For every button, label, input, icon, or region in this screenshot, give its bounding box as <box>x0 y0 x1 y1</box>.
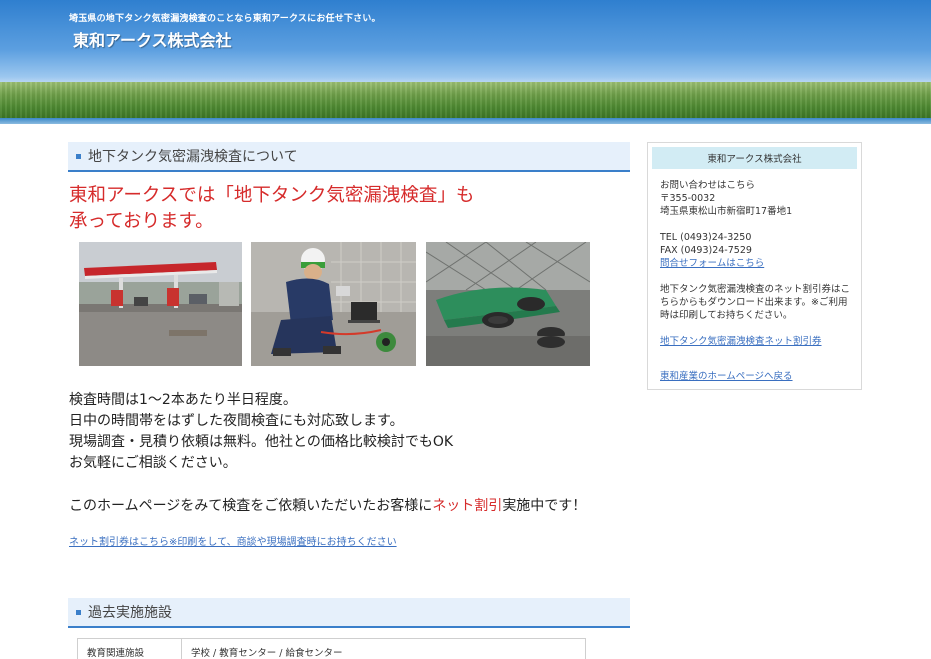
facility-table: 教育関連施設 学校 / 教育センター / 給食センター <box>77 638 586 659</box>
coupon-note: ちらからもダウンロード出来ます。※ご利用 <box>660 297 848 308</box>
section-heading-text: 過去実施施設 <box>88 605 172 621</box>
inspection-worker-photo <box>251 242 416 366</box>
headline: 東和アークスでは「地下タンク気密漏洩検査」も 承っております。 <box>68 183 630 235</box>
promo-text-after: 実施中です！ <box>502 498 587 514</box>
contact-form-link[interactable]: 問合せフォームはこちら <box>660 258 764 269</box>
section-heading-text: 地下タンク気密漏洩検査について <box>88 149 298 165</box>
section-heading-past-facilities: 過去実施施設 <box>68 598 630 628</box>
headline-line-2: 承っております。 <box>69 211 214 232</box>
home-link[interactable]: 東和産業のホームページへ戻る <box>660 371 793 382</box>
tank-covers-photo <box>426 242 590 366</box>
description-line: 日中の時間帯をはずした夜間検査にも対応致します。 <box>69 413 404 429</box>
fax-number: FAX (0493)24-7529 <box>660 245 752 256</box>
header-divider <box>0 118 931 124</box>
coupon-note: 時は印刷してお持ちください。 <box>660 310 793 321</box>
gas-station-photo <box>79 242 242 366</box>
header-grass-banner <box>0 82 931 118</box>
header-tagline: 埼玉県の地下タンク気密漏洩検査のことなら東和アークスにお任せ下さい。 <box>69 14 381 24</box>
contact-label: お問い合わせはこちら <box>660 180 756 191</box>
promo-text: このホームページをみて検査をご依頼いただいたお客様にネット割引実施中です！ <box>68 495 630 515</box>
coupon-note: 地下タンク気密漏洩検査のネット割引券はこ <box>660 284 851 295</box>
address: 埼玉県東松山市新宿町17番地1 <box>660 206 793 217</box>
description-line: 現場調査・見積り依頼は無料。他社との価格比較検討でもOK <box>69 434 454 450</box>
promo-highlight: ネット割引 <box>432 498 503 514</box>
sidebar-contact: 東和アークス株式会社 お問い合わせはこちら 〒355-0032 埼玉県東松山市新… <box>647 142 862 390</box>
tel-number: TEL (0493)24-3250 <box>660 232 752 243</box>
description-line: 検査時間は1～2本あたり半日程度。 <box>69 392 297 408</box>
inspection-description: 検査時間は1～2本あたり半日程度。 日中の時間帯をはずした夜間検査にも対応致しま… <box>68 390 630 474</box>
table-row: 教育関連施設 学校 / 教育センター / 給食センター <box>77 638 586 659</box>
facility-detail: 学校 / 教育センター / 給食センター <box>181 638 586 659</box>
headline-line-1: 東和アークスでは「地下タンク気密漏洩検査」も <box>69 185 475 206</box>
coupon-link[interactable]: ネット割引券はこちら※印刷をして、商談や現場調査時にお持ちください <box>68 533 630 548</box>
sidebar-title: 東和アークス株式会社 <box>652 147 857 169</box>
facility-category: 教育関連施設 <box>77 638 182 659</box>
main-content: 地下タンク気密漏洩検査について 東和アークスでは「地下タンク気密漏洩検査」も 承… <box>68 142 630 659</box>
heading-bullet-icon <box>76 153 81 159</box>
photo-gallery <box>68 242 630 366</box>
description-line: お気軽にご相談ください。 <box>69 455 237 471</box>
heading-bullet-icon <box>76 609 81 615</box>
section-heading-about: 地下タンク気密漏洩検査について <box>68 142 630 172</box>
sidebar-body: お問い合わせはこちら 〒355-0032 埼玉県東松山市新宿町17番地1 TEL… <box>648 169 861 383</box>
sidebar-coupon-link[interactable]: 地下タンク気密漏洩検査ネット割引券 <box>660 336 822 347</box>
site-header: 埼玉県の地下タンク気密漏洩検査のことなら東和アークスにお任せ下さい。 東和アーク… <box>0 0 931 124</box>
promo-text-before: このホームページをみて検査をご依頼いただいたお客様に <box>69 498 433 514</box>
site-title[interactable]: 東和アークス株式会社 <box>73 27 232 51</box>
postal-code: 〒355-0032 <box>660 193 716 204</box>
